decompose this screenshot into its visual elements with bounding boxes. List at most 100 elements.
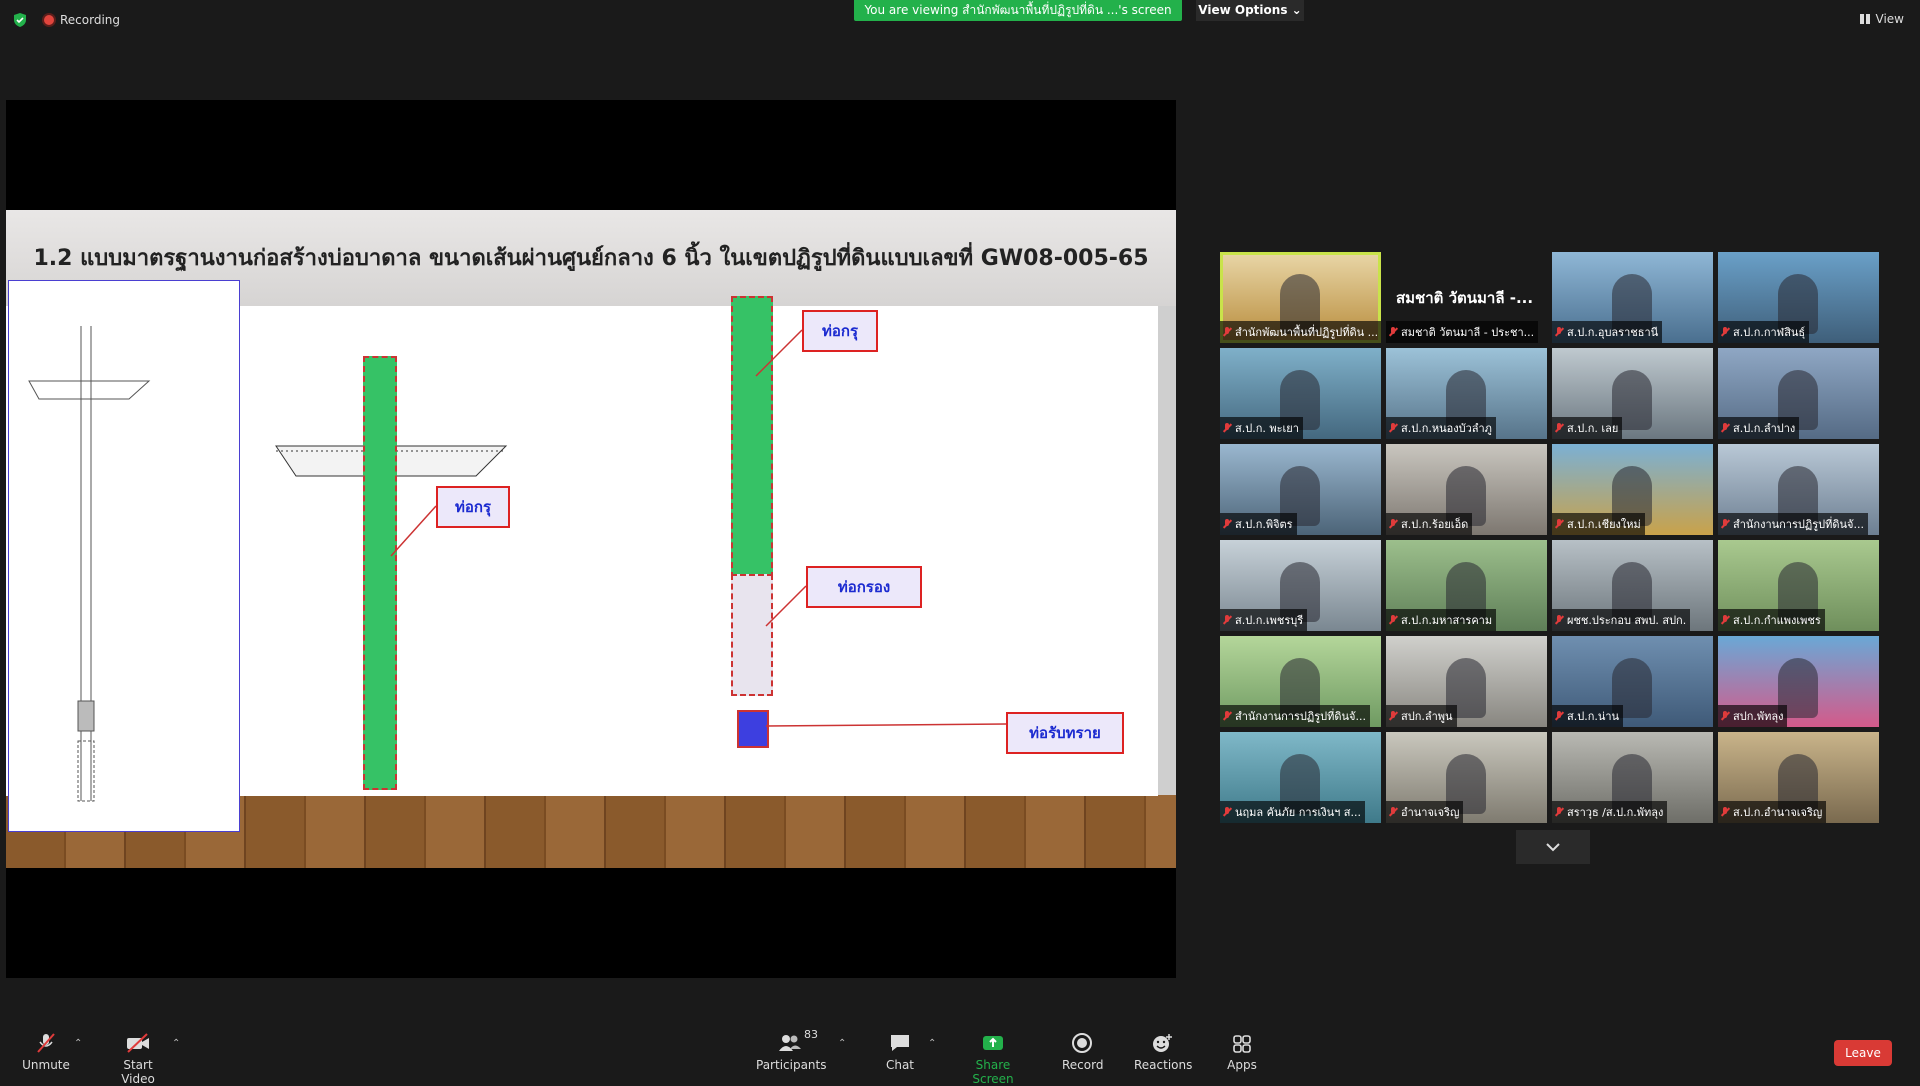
leader-lines — [390, 329, 1007, 727]
participant-tile[interactable]: ส.ป.ก.ลำปาง — [1718, 348, 1879, 439]
reactions-label: Reactions — [1134, 1058, 1193, 1072]
participant-name: ส.ป.ก.กำแพงเพชร — [1733, 614, 1821, 627]
share-screen-icon — [983, 1036, 1003, 1050]
participant-name: ส.ป.ก.กาฬสินธุ์ — [1733, 326, 1806, 339]
chat-options-caret[interactable]: ⌃ — [928, 1038, 936, 1049]
participant-name: ส.ป.ก. พะเยา — [1235, 422, 1299, 435]
meeting-toolbar: Unmute ⌃ Start Video ⌃ 83 Participants ⌃… — [0, 1020, 1920, 1086]
well-drawing: ท่อกรุ ท่อกรุ ท่อกรอง ท่อรับทราย — [6, 280, 1158, 832]
presentation-slide: 1.2 แบบมาตรฐานงานก่อสร้างบ่อบาดาล ขนาดเส… — [6, 210, 1176, 868]
slide-title: 1.2 แบบมาตรฐานงานก่อสร้างบ่อบาดาล ขนาดเส… — [33, 246, 1149, 271]
unmute-button[interactable]: Unmute — [22, 1032, 70, 1072]
participant-name-caption: ส.ป.ก.กาฬสินธุ์ — [1718, 321, 1810, 343]
participant-name-caption: ส.ป.ก.มหาสารคาม — [1386, 609, 1497, 631]
audio-options-caret[interactable]: ⌃ — [74, 1038, 82, 1049]
participant-name: สปก.ลำพูน — [1401, 710, 1453, 723]
participant-name-caption: ส.ป.ก.ร้อยเอ็ด — [1386, 513, 1473, 535]
participants-count: 83 — [804, 1028, 818, 1041]
leave-button[interactable]: Leave — [1834, 1040, 1892, 1066]
muted-microphone-icon — [37, 1033, 55, 1053]
emoji-reaction-icon — [1153, 1034, 1172, 1052]
participants-options-caret[interactable]: ⌃ — [838, 1038, 846, 1049]
apps-button[interactable]: Apps — [1224, 1032, 1260, 1072]
participant-tile[interactable]: สปก.ลำพูน — [1386, 636, 1547, 727]
view-label: View — [1875, 12, 1904, 26]
view-options-button[interactable]: View Options ⌄ — [1196, 0, 1304, 21]
participant-tile[interactable]: สปก.พัทลุง — [1718, 636, 1879, 727]
participant-name-caption: นฤมล คันภัย การเงินฯ ส... — [1220, 801, 1366, 823]
video-options-caret[interactable]: ⌃ — [172, 1038, 180, 1049]
participants-button[interactable]: 83 Participants — [756, 1028, 827, 1072]
muted-microphone-icon — [1388, 711, 1398, 721]
participant-tile[interactable]: สำนักพัฒนาพื้นที่ปฏิรูปที่ดิน ... — [1220, 252, 1381, 343]
participant-name-caption: ส.ป.ก. พะเยา — [1220, 417, 1303, 439]
participant-tile[interactable]: อำนาจเจริญ — [1386, 732, 1547, 823]
muted-microphone-icon — [1554, 615, 1564, 625]
start-video-button[interactable]: Start Video — [106, 1032, 170, 1086]
participant-name: ส.ป.ก. เลย — [1567, 422, 1619, 435]
view-button[interactable]: View — [1859, 12, 1904, 26]
participant-name-caption: ส.ป.ก.พิจิตร — [1220, 513, 1297, 535]
chat-button[interactable]: Chat — [880, 1032, 920, 1072]
participant-tile[interactable]: สมชาติ วัตนมาลี -... สมชาติ วัตนมาลี - ปร… — [1386, 252, 1547, 343]
record-label: Record — [1062, 1058, 1104, 1072]
participant-tile[interactable]: ส.ป.ก.กาฬสินธุ์ — [1718, 252, 1879, 343]
participant-tile[interactable]: ผชช.ประกอบ สพป. สปก. — [1552, 540, 1713, 631]
participant-tile[interactable]: ส.ป.ก.อำนาจเจริญ — [1718, 732, 1879, 823]
participant-tile[interactable]: ส.ป.ก.เพชรบุรี — [1220, 540, 1381, 631]
muted-microphone-icon — [1222, 327, 1232, 337]
muted-microphone-icon — [1554, 807, 1564, 817]
participant-name: ส.ป.ก.อำนาจเจริญ — [1733, 806, 1823, 819]
participant-name-caption: สปก.พัทลุง — [1718, 705, 1788, 727]
participant-tile[interactable]: สำนักงานการปฏิรูปที่ดินจั... — [1220, 636, 1381, 727]
grid-view-icon — [1859, 14, 1870, 24]
apps-icon — [1233, 1035, 1251, 1053]
participant-tile[interactable]: ส.ป.ก.เชียงใหม่ — [1552, 444, 1713, 535]
participant-tile[interactable]: ส.ป.ก.พิจิตร — [1220, 444, 1381, 535]
participant-tile[interactable]: ส.ป.ก. เลย — [1552, 348, 1713, 439]
participant-name: ส.ป.ก.น่าน — [1567, 710, 1620, 723]
participant-name-caption: สปก.ลำพูน — [1386, 705, 1457, 727]
shield-icon[interactable] — [12, 12, 28, 28]
shared-screen[interactable]: 1.2 แบบมาตรฐานงานก่อสร้างบ่อบาดาล ขนาดเส… — [6, 100, 1176, 978]
participant-tile[interactable]: นฤมล คันภัย การเงินฯ ส... — [1220, 732, 1381, 823]
share-screen-button[interactable]: Share Screen — [956, 1032, 1030, 1086]
participant-name-caption: ส.ป.ก.น่าน — [1552, 705, 1624, 727]
chat-icon — [891, 1035, 909, 1051]
muted-microphone-icon — [1222, 423, 1232, 433]
participant-name: นฤมล คันภัย การเงินฯ ส... — [1235, 806, 1362, 819]
participant-tile[interactable]: ส.ป.ก.อุบลราชธานี — [1552, 252, 1713, 343]
participant-name: ส.ป.ก.พิจิตร — [1235, 518, 1293, 531]
participant-name: อำนาจเจริญ — [1401, 806, 1460, 819]
participants-label: Participants — [756, 1058, 827, 1072]
participant-tile[interactable]: ส.ป.ก.มหาสารคาม — [1386, 540, 1547, 631]
muted-microphone-icon — [1554, 519, 1564, 529]
participant-name-caption: ส.ป.ก.เชียงใหม่ — [1552, 513, 1645, 535]
recording-indicator[interactable]: Recording — [44, 13, 120, 27]
muted-microphone-icon — [1720, 519, 1730, 529]
participant-tile[interactable]: ส.ป.ก.ร้อยเอ็ด — [1386, 444, 1547, 535]
recording-label: Recording — [60, 13, 121, 27]
participant-tile[interactable]: ส.ป.ก.หนองบัวลำภู — [1386, 348, 1547, 439]
record-button[interactable]: Record — [1062, 1032, 1104, 1072]
participant-tile[interactable]: ส.ป.ก.น่าน — [1552, 636, 1713, 727]
participant-tile[interactable]: ส.ป.ก.กำแพงเพชร — [1718, 540, 1879, 631]
chevron-down-icon — [1546, 843, 1560, 852]
participant-tile[interactable]: สราวุธ /ส.ป.ก.พัทลุง — [1552, 732, 1713, 823]
record-icon — [1072, 1033, 1092, 1053]
participant-name-caption: ผชช.ประกอบ สพป. สปก. — [1552, 609, 1691, 631]
muted-microphone-icon — [1222, 519, 1232, 529]
start-video-label: Start Video — [121, 1058, 155, 1086]
participant-name-caption: ส.ป.ก.กำแพงเพชร — [1718, 609, 1825, 631]
participant-name-caption: สำนักพัฒนาพื้นที่ปฏิรูปที่ดิน ... — [1220, 321, 1381, 343]
participant-name-caption: ส.ป.ก. เลย — [1552, 417, 1623, 439]
gallery-scroll-down-button[interactable] — [1516, 830, 1590, 864]
muted-microphone-icon — [1554, 423, 1564, 433]
participant-tile[interactable]: สำนักงานการปฏิรูปที่ดินจั... — [1718, 444, 1879, 535]
participant-tile[interactable]: ส.ป.ก. พะเยา — [1220, 348, 1381, 439]
participant-name-caption: ส.ป.ก.อำนาจเจริญ — [1718, 801, 1827, 823]
muted-microphone-icon — [1720, 327, 1730, 337]
reactions-button[interactable]: Reactions — [1134, 1032, 1193, 1072]
participant-name: ส.ป.ก.ร้อยเอ็ด — [1401, 518, 1469, 531]
participant-name-caption: อำนาจเจริญ — [1386, 801, 1464, 823]
